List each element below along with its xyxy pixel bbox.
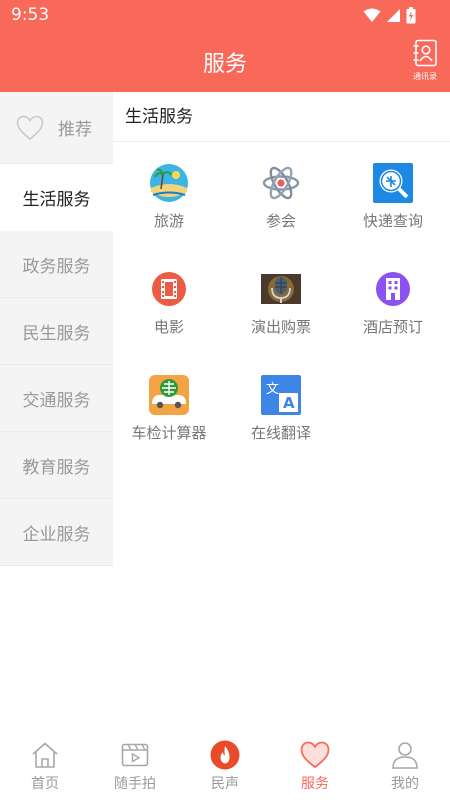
sidebar-item-label: 企业服务	[22, 524, 91, 545]
service-label: 旅游	[153, 212, 184, 230]
service-tile-car-inspection[interactable]: 车检计算器	[113, 354, 225, 460]
sidebar-item-label: 交通服务	[22, 390, 91, 411]
person-icon	[392, 742, 418, 769]
sidebar-item-label: 教育服务	[22, 457, 91, 478]
bottom-tab-bar: 首页 随手拍 民声 服务 我的	[0, 730, 450, 800]
tab-profile[interactable]: 我的	[360, 730, 450, 800]
category-sidebar: 推荐 生活服务 政务服务 民生服务 交通服务 教育服务 企业服务	[0, 92, 113, 566]
service-tile-movie[interactable]: 电影	[113, 248, 225, 354]
service-tile-hotel[interactable]: 酒店预订	[337, 248, 449, 354]
service-label: 参会	[265, 212, 296, 230]
sidebar-item-government-services[interactable]: 政务服务	[0, 231, 113, 298]
svg-text:A: A	[283, 394, 295, 412]
page-title: 服务	[202, 52, 247, 77]
beach-island-icon	[148, 162, 190, 204]
sidebar-item-life-services[interactable]: 生活服务	[0, 164, 113, 231]
status-time: 9:53	[11, 5, 50, 25]
service-tile-translate[interactable]: 文 A 在线翻译	[225, 354, 337, 460]
tab-snapshot[interactable]: 随手拍	[90, 730, 180, 800]
contacts-button[interactable]: 通讯录	[410, 39, 440, 82]
tab-services[interactable]: 服务	[270, 730, 360, 800]
atom-icon	[262, 166, 300, 200]
microphone-icon	[261, 274, 301, 304]
sidebar-item-livelihood-services[interactable]: 民生服务	[0, 298, 113, 365]
service-tile-express[interactable]: 快递查询	[337, 142, 449, 248]
tab-label: 首页	[31, 776, 59, 792]
battery-icon	[406, 7, 416, 24]
signal-icon	[387, 9, 400, 22]
status-bar: 9:53	[0, 0, 450, 32]
film-icon	[152, 272, 186, 306]
service-label: 酒店预订	[362, 318, 423, 336]
service-content: 生活服务 旅游 参会 快递查询 电影 演出购票 酒店预订 车检计算器 文 A 在…	[113, 92, 450, 460]
service-tile-show-tickets[interactable]: 演出购票	[225, 248, 337, 354]
service-tile-travel[interactable]: 旅游	[113, 142, 225, 248]
service-label: 快递查询	[362, 212, 423, 230]
sidebar-item-recommend[interactable]: 推荐	[0, 92, 113, 164]
translate-icon: 文 A	[261, 375, 301, 415]
tab-label: 随手拍	[114, 776, 156, 792]
wifi-icon	[363, 8, 381, 22]
service-label: 演出购票	[250, 318, 311, 336]
express-search-icon	[373, 163, 413, 203]
address-book-icon	[413, 39, 437, 67]
heart-icon	[300, 741, 330, 769]
tab-label: 服务	[301, 776, 329, 792]
heart-outline-icon	[16, 115, 44, 140]
app-header: 服务 通讯录	[0, 32, 450, 92]
hotel-building-icon	[376, 272, 410, 306]
section-title: 生活服务	[113, 92, 450, 142]
tab-label: 我的	[391, 776, 419, 792]
sidebar-item-label: 生活服务	[22, 190, 91, 210]
flame-icon	[210, 740, 240, 770]
service-tile-conference[interactable]: 参会	[225, 142, 337, 248]
service-label: 在线翻译	[250, 424, 311, 442]
service-label: 车检计算器	[131, 424, 207, 442]
sidebar-item-label: 民生服务	[22, 323, 91, 344]
tab-public-voice[interactable]: 民声	[180, 730, 270, 800]
home-icon	[32, 742, 58, 768]
tab-home[interactable]: 首页	[0, 730, 90, 800]
sidebar-item-enterprise-services[interactable]: 企业服务	[0, 499, 113, 566]
status-icons	[363, 7, 416, 24]
svg-text:文: 文	[266, 382, 279, 397]
sidebar-item-label: 政务服务	[22, 256, 91, 277]
video-icon	[121, 743, 149, 767]
sidebar-item-traffic-services[interactable]: 交通服务	[0, 365, 113, 432]
sidebar-item-label: 推荐	[58, 120, 92, 140]
service-label: 电影	[153, 318, 184, 336]
sidebar-item-education-services[interactable]: 教育服务	[0, 432, 113, 499]
contacts-label: 通讯录	[413, 72, 437, 81]
tab-label: 民声	[211, 776, 239, 792]
car-calculator-icon	[149, 375, 189, 415]
service-grid: 旅游 参会 快递查询 电影 演出购票 酒店预订 车检计算器 文 A 在线翻译	[113, 142, 450, 460]
